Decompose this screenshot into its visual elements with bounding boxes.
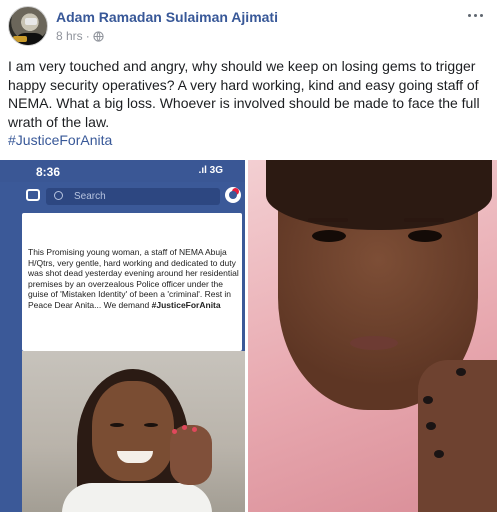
notification-dot <box>232 188 239 195</box>
search-icon <box>54 191 63 200</box>
post-timestamp[interactable]: 8 hrs <box>56 29 83 43</box>
phone-post-photo <box>22 351 245 512</box>
globe-icon[interactable] <box>93 30 104 42</box>
author-avatar[interactable] <box>8 6 48 46</box>
ellipsis-icon[interactable] <box>465 10 485 20</box>
phone-search-placeholder: Search <box>74 191 106 202</box>
messenger-icon <box>225 187 241 203</box>
post-photo-portrait[interactable] <box>248 160 497 512</box>
camera-icon <box>26 189 40 201</box>
phone-status-bar: 8:36 .ıl 3G <box>0 160 245 182</box>
post-photo-screenshot[interactable]: 8:36 .ıl 3G Search This Promising young … <box>0 160 245 512</box>
hashtag-link[interactable]: #JusticeForAnita <box>8 132 112 148</box>
author-name[interactable]: Adam Ramadan Sulaiman Ajimati <box>56 9 278 25</box>
phone-app-bar: Search <box>0 182 245 210</box>
phone-signal: .ıl 3G <box>198 165 223 176</box>
phone-search-bar: Search <box>46 188 220 205</box>
phone-post-caption: This Promising young woman, a staff of N… <box>28 247 239 310</box>
meta-separator: · <box>85 29 90 43</box>
phone-post-card: This Promising young woman, a staff of N… <box>22 213 242 351</box>
post-body-text: I am very touched and angry, why should … <box>8 58 480 130</box>
facebook-post: Adam Ramadan Sulaiman Ajimati 8 hrs · I … <box>0 0 497 512</box>
phone-caption-hashtag: #JusticeForAnita <box>151 299 221 310</box>
post-header: Adam Ramadan Sulaiman Ajimati 8 hrs · <box>8 6 489 50</box>
phone-time: 8:36 <box>36 165 61 179</box>
post-meta: 8 hrs · <box>56 29 104 43</box>
